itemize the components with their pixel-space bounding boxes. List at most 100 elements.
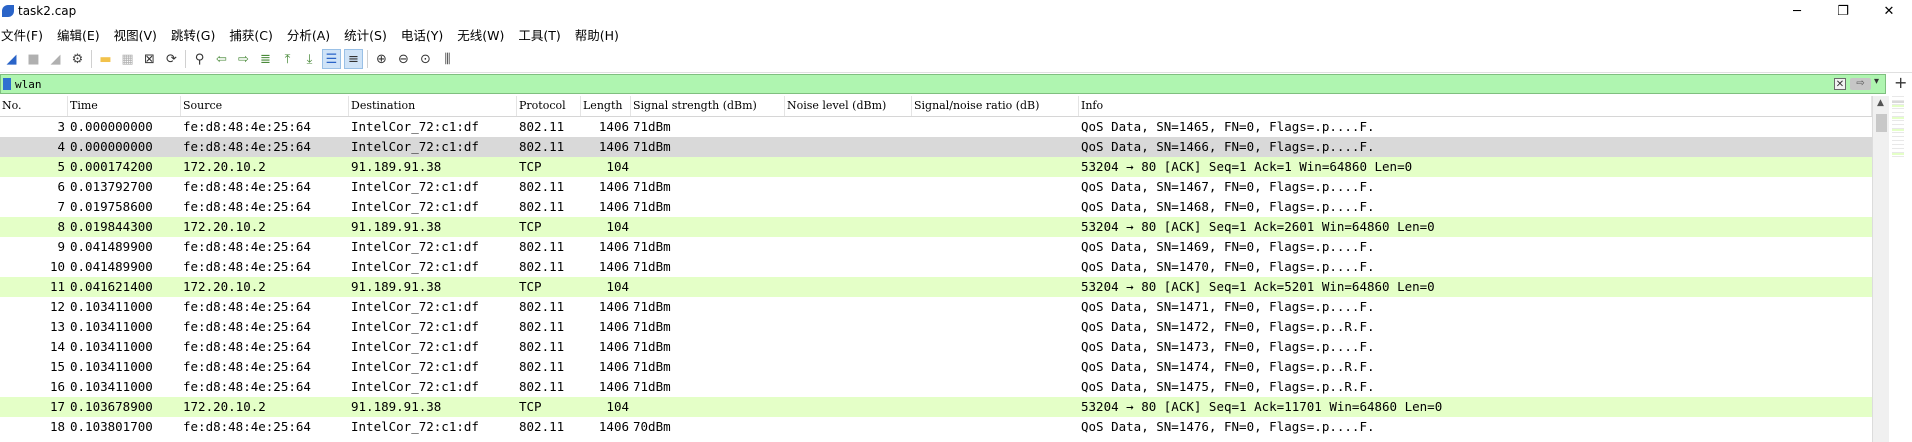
cell-no: 18 (49, 419, 65, 434)
packet-row[interactable]: 5 0.000174200 172.20.10.2 91.189.91.38 TCP 10… (0, 157, 1872, 177)
cell-signal-strength: 71dBm (633, 199, 671, 214)
column-header-time[interactable]: Time (68, 96, 181, 116)
minimap-line (1892, 128, 1904, 131)
cell-snr (912, 257, 1079, 277)
normal-size-icon[interactable]: ⊙ (416, 49, 435, 69)
menu-item-4[interactable]: 捕获(C) (228, 25, 279, 44)
find-packet-icon[interactable]: ⚲ (190, 49, 209, 69)
column-header-snr[interactable]: Signal/noise ratio (dB) (912, 96, 1079, 116)
menu-item-6[interactable]: 统计(S) (343, 25, 394, 44)
last-packet-icon[interactable]: ⤓ (300, 49, 319, 69)
filter-history-dropdown-icon[interactable]: ▾ (1874, 76, 1879, 87)
capture-options-icon[interactable]: ⚙ (68, 49, 87, 69)
display-filter-field[interactable]: ✕ ⇨ ▾ (0, 74, 1886, 94)
packet-row[interactable]: 12 0.103411000 fe:d8:48:4e:25:64 IntelCor_7… (0, 297, 1872, 317)
reload-file-icon[interactable]: ⟳ (162, 49, 181, 69)
cell-info: 53204 → 80 [ACK] Seq=1 Ack=11701 Win=648… (1081, 399, 1443, 414)
cell-source: fe:d8:48:4e:25:64 (183, 179, 311, 194)
stop-capture-icon[interactable]: ■ (24, 49, 43, 69)
close-file-icon[interactable]: ⊠ (140, 49, 159, 69)
display-filter-input[interactable] (15, 76, 1815, 92)
close-button[interactable]: ✕ (1866, 0, 1912, 22)
resize-columns-icon[interactable]: ⫼ (438, 49, 457, 69)
scrollbar-thumb[interactable] (1876, 114, 1887, 132)
cell-time: 0.103411000 (70, 379, 153, 394)
packet-row[interactable]: 10 0.041489900 fe:d8:48:4e:25:64 IntelCor_7… (0, 257, 1872, 277)
packet-row[interactable]: 15 0.103411000 fe:d8:48:4e:25:64 IntelCor_7… (0, 357, 1872, 377)
filter-bookmark-icon[interactable] (3, 78, 11, 90)
restart-capture-icon[interactable]: ◢ (46, 49, 65, 69)
go-forward-icon[interactable]: ⇨ (234, 49, 253, 69)
vertical-scrollbar[interactable]: ▲ (1872, 96, 1889, 442)
packet-row[interactable]: 18 0.103801700 fe:d8:48:4e:25:64 IntelCor_7… (0, 417, 1872, 437)
cell-no: 11 (49, 279, 65, 294)
minimap-line (1892, 96, 1904, 99)
packet-row[interactable]: 3 0.000000000 fe:d8:48:4e:25:64 IntelCor_72… (0, 117, 1872, 137)
menu-item-5[interactable]: 分析(A) (286, 25, 337, 44)
column-header-source[interactable]: Source (181, 96, 349, 116)
shark-fin-start-icon[interactable]: ◢ (2, 49, 21, 69)
minimap-line (1892, 112, 1904, 115)
packet-minimap[interactable] (1892, 96, 1904, 442)
save-file-icon[interactable]: ▦ (118, 49, 137, 69)
packet-row[interactable]: 9 0.041489900 fe:d8:48:4e:25:64 IntelCor_72… (0, 237, 1872, 257)
menu-item-2[interactable]: 视图(V) (113, 25, 164, 44)
go-back-icon[interactable]: ⇦ (212, 49, 231, 69)
cell-snr (912, 177, 1079, 197)
first-packet-icon[interactable]: ⤒ (278, 49, 297, 69)
main-toolbar: ◢ ■ ◢ ⚙ ▬ ▦ ⊠ ⟳ ⚲ ⇦ ⇨ ≣ ⤒ ⤓ ☰ ≡ ⊕ ⊖ ⊙ ⫼ (0, 46, 1912, 73)
maximize-button[interactable]: ❐ (1820, 0, 1866, 22)
packet-row[interactable]: 13 0.103411000 fe:d8:48:4e:25:64 IntelCor_7… (0, 317, 1872, 337)
cell-length: 1406 (598, 239, 629, 254)
menu-item-8[interactable]: 无线(W) (456, 25, 511, 44)
cell-protocol: 802.11 (519, 419, 565, 434)
cell-destination: 91.189.91.38 (351, 159, 442, 174)
go-to-packet-icon[interactable]: ≣ (256, 49, 275, 69)
column-header-signal-strength[interactable]: Signal strength (dBm) (631, 96, 785, 116)
apply-filter-button[interactable]: ⇨ (1850, 78, 1871, 90)
column-header-info[interactable]: Info (1079, 96, 1872, 116)
column-header-protocol[interactable]: Protocol (517, 96, 581, 116)
cell-time: 0.103678900 (70, 399, 153, 414)
clear-filter-icon[interactable]: ✕ (1834, 78, 1846, 90)
auto-scroll-icon[interactable]: ☰ (322, 49, 341, 69)
cell-signal-strength: 71dBm (633, 379, 671, 394)
menu-item-9[interactable]: 工具(T) (517, 25, 567, 44)
cell-source: fe:d8:48:4e:25:64 (183, 359, 311, 374)
colorize-icon[interactable]: ≡ (344, 49, 363, 69)
menu-item-1[interactable]: 编辑(E) (56, 25, 107, 44)
cell-time: 0.041489900 (70, 259, 153, 274)
window-controls: ─ ❐ ✕ (1774, 0, 1912, 22)
menu-item-3[interactable]: 跳转(G) (170, 25, 222, 44)
zoom-out-icon[interactable]: ⊖ (394, 49, 413, 69)
add-filter-button-icon[interactable]: + (1894, 74, 1907, 92)
cell-signal-strength (631, 157, 785, 177)
minimize-button[interactable]: ─ (1774, 0, 1820, 22)
packet-row[interactable]: 16 0.103411000 fe:d8:48:4e:25:64 IntelCor_7… (0, 377, 1872, 397)
cell-info: QoS Data, SN=1468, FN=0, Flags=.p....F. (1081, 199, 1375, 214)
cell-length: 1406 (598, 259, 629, 274)
cell-snr (912, 157, 1079, 177)
open-file-icon[interactable]: ▬ (96, 49, 115, 69)
cell-no: 16 (49, 379, 65, 394)
packet-row[interactable]: 11 0.041621400 172.20.10.2 91.189.91.38 TCP 1… (0, 277, 1872, 297)
column-header-destination[interactable]: Destination (349, 96, 517, 116)
packet-list[interactable]: No. Time Source Destination Protocol Len… (0, 96, 1872, 442)
packet-row[interactable]: 4 0.000000000 fe:d8:48:4e:25:64 IntelCor_72… (0, 137, 1872, 157)
scroll-up-icon[interactable]: ▲ (1877, 98, 1884, 108)
packet-row[interactable]: 17 0.103678900 172.20.10.2 91.189.91.38 TCP 1… (0, 397, 1872, 417)
menu-item-0[interactable]: 文件(F) (0, 25, 50, 44)
zoom-in-icon[interactable]: ⊕ (372, 49, 391, 69)
column-header-no[interactable]: No. (0, 96, 68, 116)
cell-noise-level (785, 117, 912, 137)
packet-row[interactable]: 8 0.019844300 172.20.10.2 91.189.91.38 TCP 10… (0, 217, 1872, 237)
menu-item-10[interactable]: 帮助(H) (574, 25, 626, 44)
column-header-noise-level[interactable]: Noise level (dBm) (785, 96, 912, 116)
menu-item-7[interactable]: 电话(Y) (400, 25, 450, 44)
packet-row[interactable]: 14 0.103411000 fe:d8:48:4e:25:64 IntelCor_7… (0, 337, 1872, 357)
column-header-length[interactable]: Length (581, 96, 631, 116)
cell-source: fe:d8:48:4e:25:64 (183, 379, 311, 394)
packet-row[interactable]: 7 0.019758600 fe:d8:48:4e:25:64 IntelCor_72… (0, 197, 1872, 217)
packet-row[interactable]: 6 0.013792700 fe:d8:48:4e:25:64 IntelCor_72… (0, 177, 1872, 197)
cell-time: 0.103411000 (70, 319, 153, 334)
